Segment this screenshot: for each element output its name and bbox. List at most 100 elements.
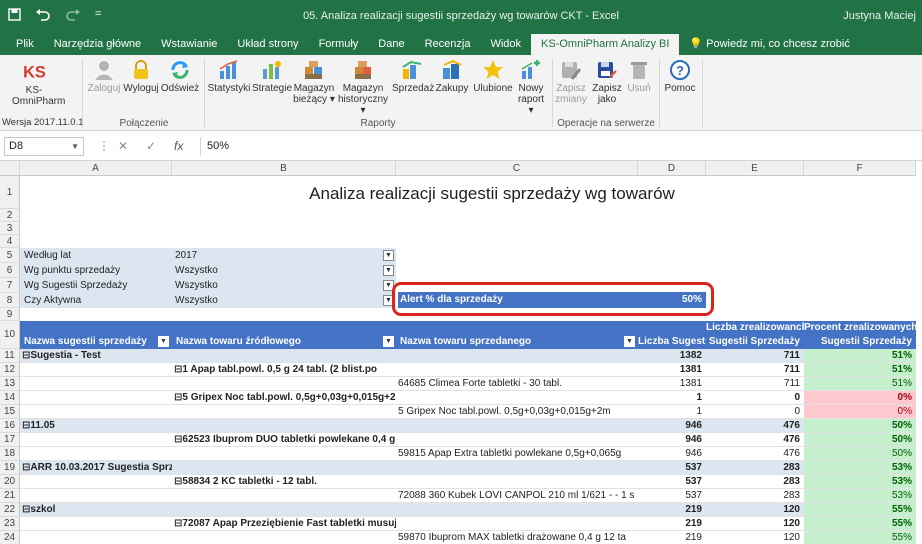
tab-formulas[interactable]: Formuły bbox=[309, 34, 369, 55]
percent-realized-cell[interactable]: 51% bbox=[804, 363, 916, 377]
percent-realized-cell[interactable]: 53% bbox=[804, 461, 916, 475]
sales-button[interactable]: Sprzedaż bbox=[392, 59, 434, 94]
filter-value-year[interactable]: 2017 bbox=[175, 249, 375, 263]
suggestion-count-cell[interactable]: 537 bbox=[638, 461, 706, 475]
row-header[interactable]: 9 bbox=[0, 308, 20, 321]
row-header[interactable]: 5 bbox=[0, 248, 20, 263]
column-header-f[interactable]: F bbox=[804, 161, 916, 176]
filter-value-suggestion[interactable]: Wszystko bbox=[175, 279, 375, 293]
formula-input[interactable]: 50% bbox=[200, 137, 916, 156]
realized-count-cell[interactable]: 711 bbox=[706, 349, 804, 363]
enter-icon[interactable]: ✓ bbox=[146, 139, 156, 153]
row-header[interactable]: 1 bbox=[0, 176, 20, 209]
tab-page-layout[interactable]: Układ strony bbox=[227, 34, 308, 55]
worksheet-grid[interactable]: A B C D E F 1 Analiza realizacji sugesti… bbox=[0, 161, 922, 544]
suggestion-count-cell[interactable]: 1382 bbox=[638, 349, 706, 363]
save-as-button[interactable]: Zapisz jako bbox=[590, 59, 624, 105]
percent-realized-cell[interactable]: 51% bbox=[804, 349, 916, 363]
favorites-button[interactable]: Ulubione bbox=[472, 59, 514, 94]
suggestion-count-cell[interactable]: 946 bbox=[638, 447, 706, 461]
tab-view[interactable]: Widok bbox=[480, 34, 531, 55]
percent-realized-cell[interactable]: 0% bbox=[804, 405, 916, 419]
suggestion-group-name[interactable]: ⊟ARR 10.03.2017 Sugestia Sprzedaży bbox=[22, 461, 172, 475]
row-header[interactable]: 24 bbox=[0, 531, 20, 544]
row-header[interactable]: 21 bbox=[0, 489, 20, 503]
source-product-name[interactable]: ⊟58834 2 KC tabletki - 12 tabl. bbox=[174, 475, 396, 489]
cancel-icon[interactable]: ✕ bbox=[118, 139, 128, 153]
filter-active-icon[interactable]: ▼ bbox=[158, 336, 169, 347]
row-header[interactable]: 22 bbox=[0, 503, 20, 517]
row-header[interactable]: 2 bbox=[0, 209, 20, 222]
realized-count-cell[interactable]: 283 bbox=[706, 489, 804, 503]
percent-realized-cell[interactable]: 55% bbox=[804, 503, 916, 517]
row-header[interactable]: 15 bbox=[0, 405, 20, 419]
row-header[interactable]: 4 bbox=[0, 235, 20, 248]
percent-realized-cell[interactable]: 0% bbox=[804, 391, 916, 405]
percent-realized-cell[interactable]: 55% bbox=[804, 531, 916, 544]
percent-realized-cell[interactable]: 53% bbox=[804, 489, 916, 503]
help-button[interactable]: ? Pomoc bbox=[662, 59, 698, 94]
suggestion-count-cell[interactable]: 537 bbox=[638, 475, 706, 489]
ks-omnipharm-button[interactable]: KS KS- OmniPharm bbox=[12, 59, 65, 107]
row-header[interactable]: 12 bbox=[0, 363, 20, 377]
percent-realized-cell[interactable]: 50% bbox=[804, 433, 916, 447]
save-changes-button[interactable]: Zapisz zmiany bbox=[554, 59, 588, 105]
suggestion-count-cell[interactable]: 219 bbox=[638, 531, 706, 544]
row-header[interactable]: 10 bbox=[0, 321, 20, 349]
suggestion-count-cell[interactable]: 946 bbox=[638, 419, 706, 433]
dropdown-icon[interactable]: ▼ bbox=[383, 336, 394, 347]
login-button[interactable]: Zaloguj bbox=[86, 59, 122, 94]
tab-file[interactable]: Plik bbox=[6, 34, 44, 55]
column-header-b[interactable]: B bbox=[172, 161, 396, 176]
realized-count-cell[interactable]: 0 bbox=[706, 405, 804, 419]
refresh-button[interactable]: Odśwież bbox=[160, 59, 200, 94]
tab-ks-omnipharm[interactable]: KS-OmniPharm Analizy BI bbox=[531, 34, 680, 55]
suggestion-group-name[interactable]: ⊟szkol bbox=[22, 503, 172, 517]
purchases-button[interactable]: Zakupy bbox=[432, 59, 472, 94]
filter-value-active[interactable]: Wszystko bbox=[175, 294, 375, 308]
percent-realized-cell[interactable]: 51% bbox=[804, 377, 916, 391]
source-product-name[interactable]: ⊟62523 Ibuprom DUO tabletki powlekane 0,… bbox=[174, 433, 396, 447]
tab-review[interactable]: Recenzja bbox=[415, 34, 481, 55]
row-header[interactable]: 8 bbox=[0, 293, 20, 308]
sold-product-name[interactable]: 5 Gripex Noc tabl.powl. 0,5g+0,03g+0,015… bbox=[398, 405, 638, 419]
delete-button[interactable]: Usuń bbox=[624, 59, 654, 94]
chevron-down-icon[interactable]: ▼ bbox=[71, 138, 79, 155]
name-box[interactable]: D8 ▼ bbox=[4, 137, 84, 156]
dropdown-icon[interactable]: ▼ bbox=[624, 336, 635, 347]
dropdown-icon[interactable]: ▼ bbox=[383, 265, 394, 276]
sold-product-name[interactable]: 59870 Ibuprom MAX tabletki drażowane 0,4… bbox=[398, 531, 638, 544]
logout-button[interactable]: Wyloguj bbox=[122, 59, 160, 94]
user-name[interactable]: Justyna Maciej bbox=[843, 10, 916, 22]
realized-count-cell[interactable]: 0 bbox=[706, 391, 804, 405]
percent-realized-cell[interactable]: 50% bbox=[804, 447, 916, 461]
realized-count-cell[interactable]: 711 bbox=[706, 377, 804, 391]
new-report-button[interactable]: Nowy raport ▾ bbox=[515, 59, 547, 116]
insert-function-icon[interactable]: fx bbox=[174, 139, 183, 153]
stock-history-button[interactable]: Magazyn historyczny ▾ bbox=[336, 59, 390, 116]
filter-value-point-of-sale[interactable]: Wszystko bbox=[175, 264, 375, 278]
strategies-button[interactable]: Strategie bbox=[251, 59, 293, 94]
select-all-corner[interactable] bbox=[0, 161, 20, 176]
suggestion-group-name[interactable]: ⊟Sugestia - Test bbox=[22, 349, 172, 363]
realized-count-cell[interactable]: 476 bbox=[706, 419, 804, 433]
row-header[interactable]: 7 bbox=[0, 278, 20, 293]
percent-realized-cell[interactable]: 50% bbox=[804, 419, 916, 433]
row-header[interactable]: 17 bbox=[0, 433, 20, 447]
source-product-name[interactable]: ⊟72087 Apap Przeziębienie Fast tabletki … bbox=[174, 517, 396, 531]
row-header[interactable]: 18 bbox=[0, 447, 20, 461]
suggestion-count-cell[interactable]: 537 bbox=[638, 489, 706, 503]
row-header[interactable]: 14 bbox=[0, 391, 20, 405]
suggestion-count-cell[interactable]: 1 bbox=[638, 391, 706, 405]
suggestion-group-name[interactable]: ⊟11.05 bbox=[22, 419, 172, 433]
realized-count-cell[interactable]: 283 bbox=[706, 461, 804, 475]
realized-count-cell[interactable]: 120 bbox=[706, 517, 804, 531]
realized-count-cell[interactable]: 120 bbox=[706, 503, 804, 517]
sold-product-name[interactable]: 72088 360 Kubek LOVI CANPOL 210 ml 1/621… bbox=[398, 489, 638, 503]
column-header-c[interactable]: C bbox=[396, 161, 638, 176]
suggestion-count-cell[interactable]: 219 bbox=[638, 503, 706, 517]
realized-count-cell[interactable]: 711 bbox=[706, 363, 804, 377]
row-header[interactable]: 16 bbox=[0, 419, 20, 433]
suggestion-count-cell[interactable]: 1381 bbox=[638, 363, 706, 377]
row-header[interactable]: 19 bbox=[0, 461, 20, 475]
